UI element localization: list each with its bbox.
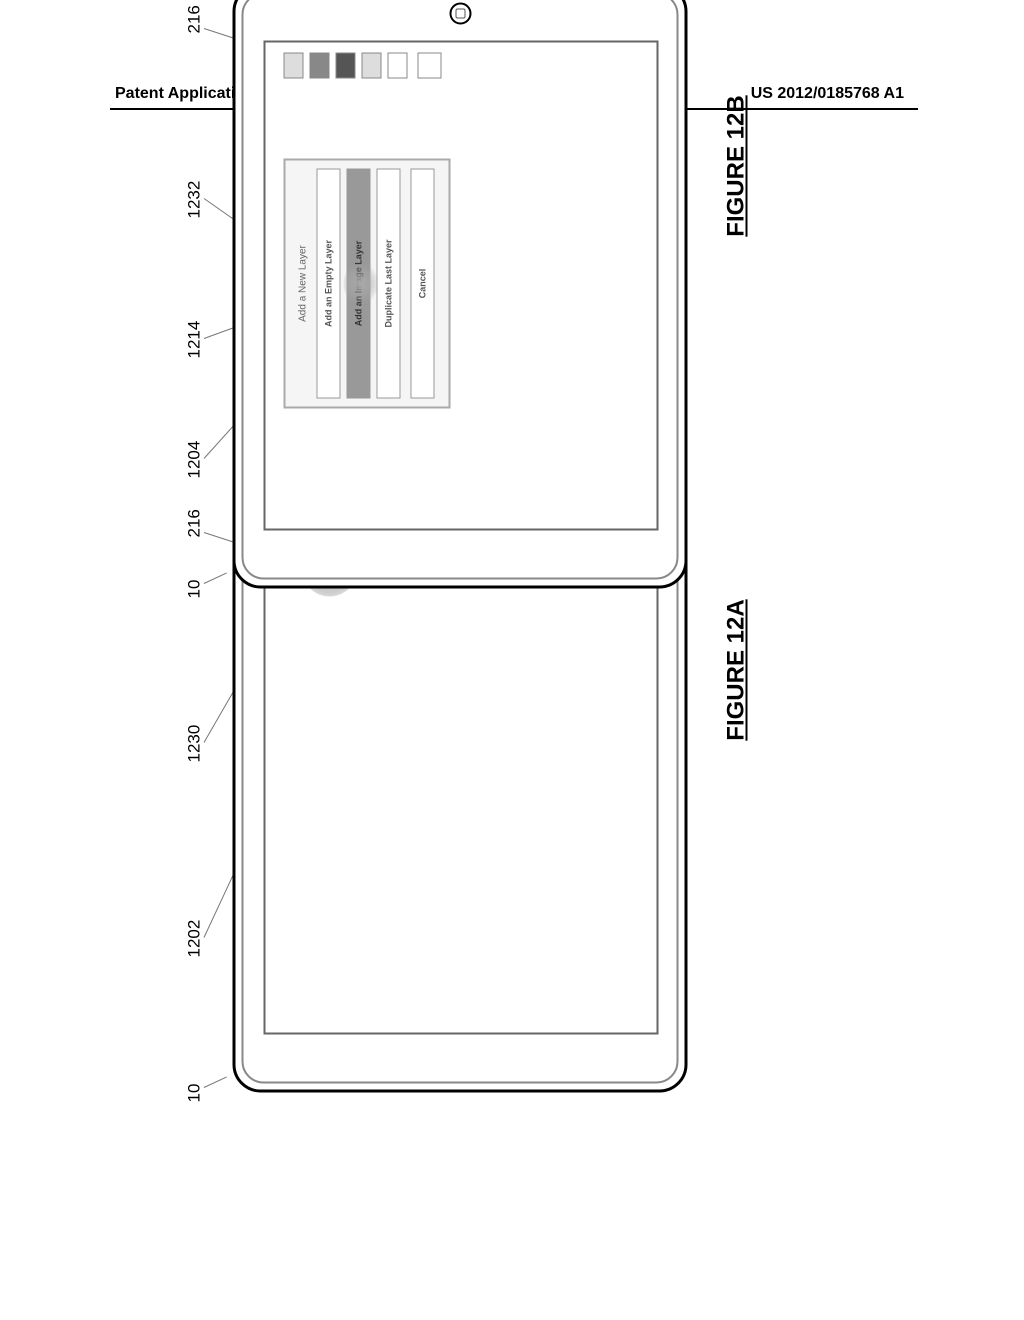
ref-1202: 1202 (185, 920, 205, 958)
ref-216-a: 216 (185, 509, 205, 537)
ref-10-a: 10 (185, 1084, 205, 1103)
figure-label-a: FIGURE 12A (723, 599, 751, 740)
lead-10-b (204, 572, 227, 583)
ref-1204: 1204 (185, 441, 205, 479)
ref-1230: 1230 (185, 725, 205, 763)
layer-thumb[interactable] (336, 53, 356, 79)
ref-1214: 1214 (185, 321, 205, 359)
duplicate-last-layer-button[interactable]: Duplicate Last Layer (377, 169, 401, 399)
add-layer-dialog: Add a New Layer Add an Empty Layer Add a… (284, 159, 451, 409)
tablet-device-b: Add a New Layer Add an Empty Layer Add a… (233, 0, 688, 589)
layer-thumb[interactable] (388, 53, 408, 79)
ref-1232: 1232 (185, 181, 205, 219)
ref-10-b: 10 (185, 580, 205, 599)
layer-thumb[interactable] (284, 53, 304, 79)
cancel-button[interactable]: Cancel (411, 169, 435, 399)
header-pubno: US 2012/0185768 A1 (751, 85, 904, 103)
layer-thumbnails-b (284, 53, 442, 79)
layer-thumb[interactable] (310, 53, 330, 79)
ref-216-b: 216 (185, 5, 205, 33)
layer-thumb[interactable] (362, 53, 382, 79)
lead-10-a (204, 1076, 227, 1087)
add-image-layer-label: Add an Image Layer (354, 241, 364, 327)
add-layer-box[interactable] (418, 53, 442, 79)
figure-label-b: FIGURE 12B (723, 95, 751, 236)
home-button-b[interactable] (449, 3, 471, 25)
screen-a (264, 545, 659, 1035)
add-image-layer-button[interactable]: Add an Image Layer (347, 169, 371, 399)
screen-b: Add a New Layer Add an Empty Layer Add a… (264, 41, 659, 531)
add-empty-layer-button[interactable]: Add an Empty Layer (317, 169, 341, 399)
dialog-title: Add a New Layer (294, 169, 317, 399)
figure-12b: 10 1204 1214 1232 216 Add a New Laye (233, 0, 713, 589)
